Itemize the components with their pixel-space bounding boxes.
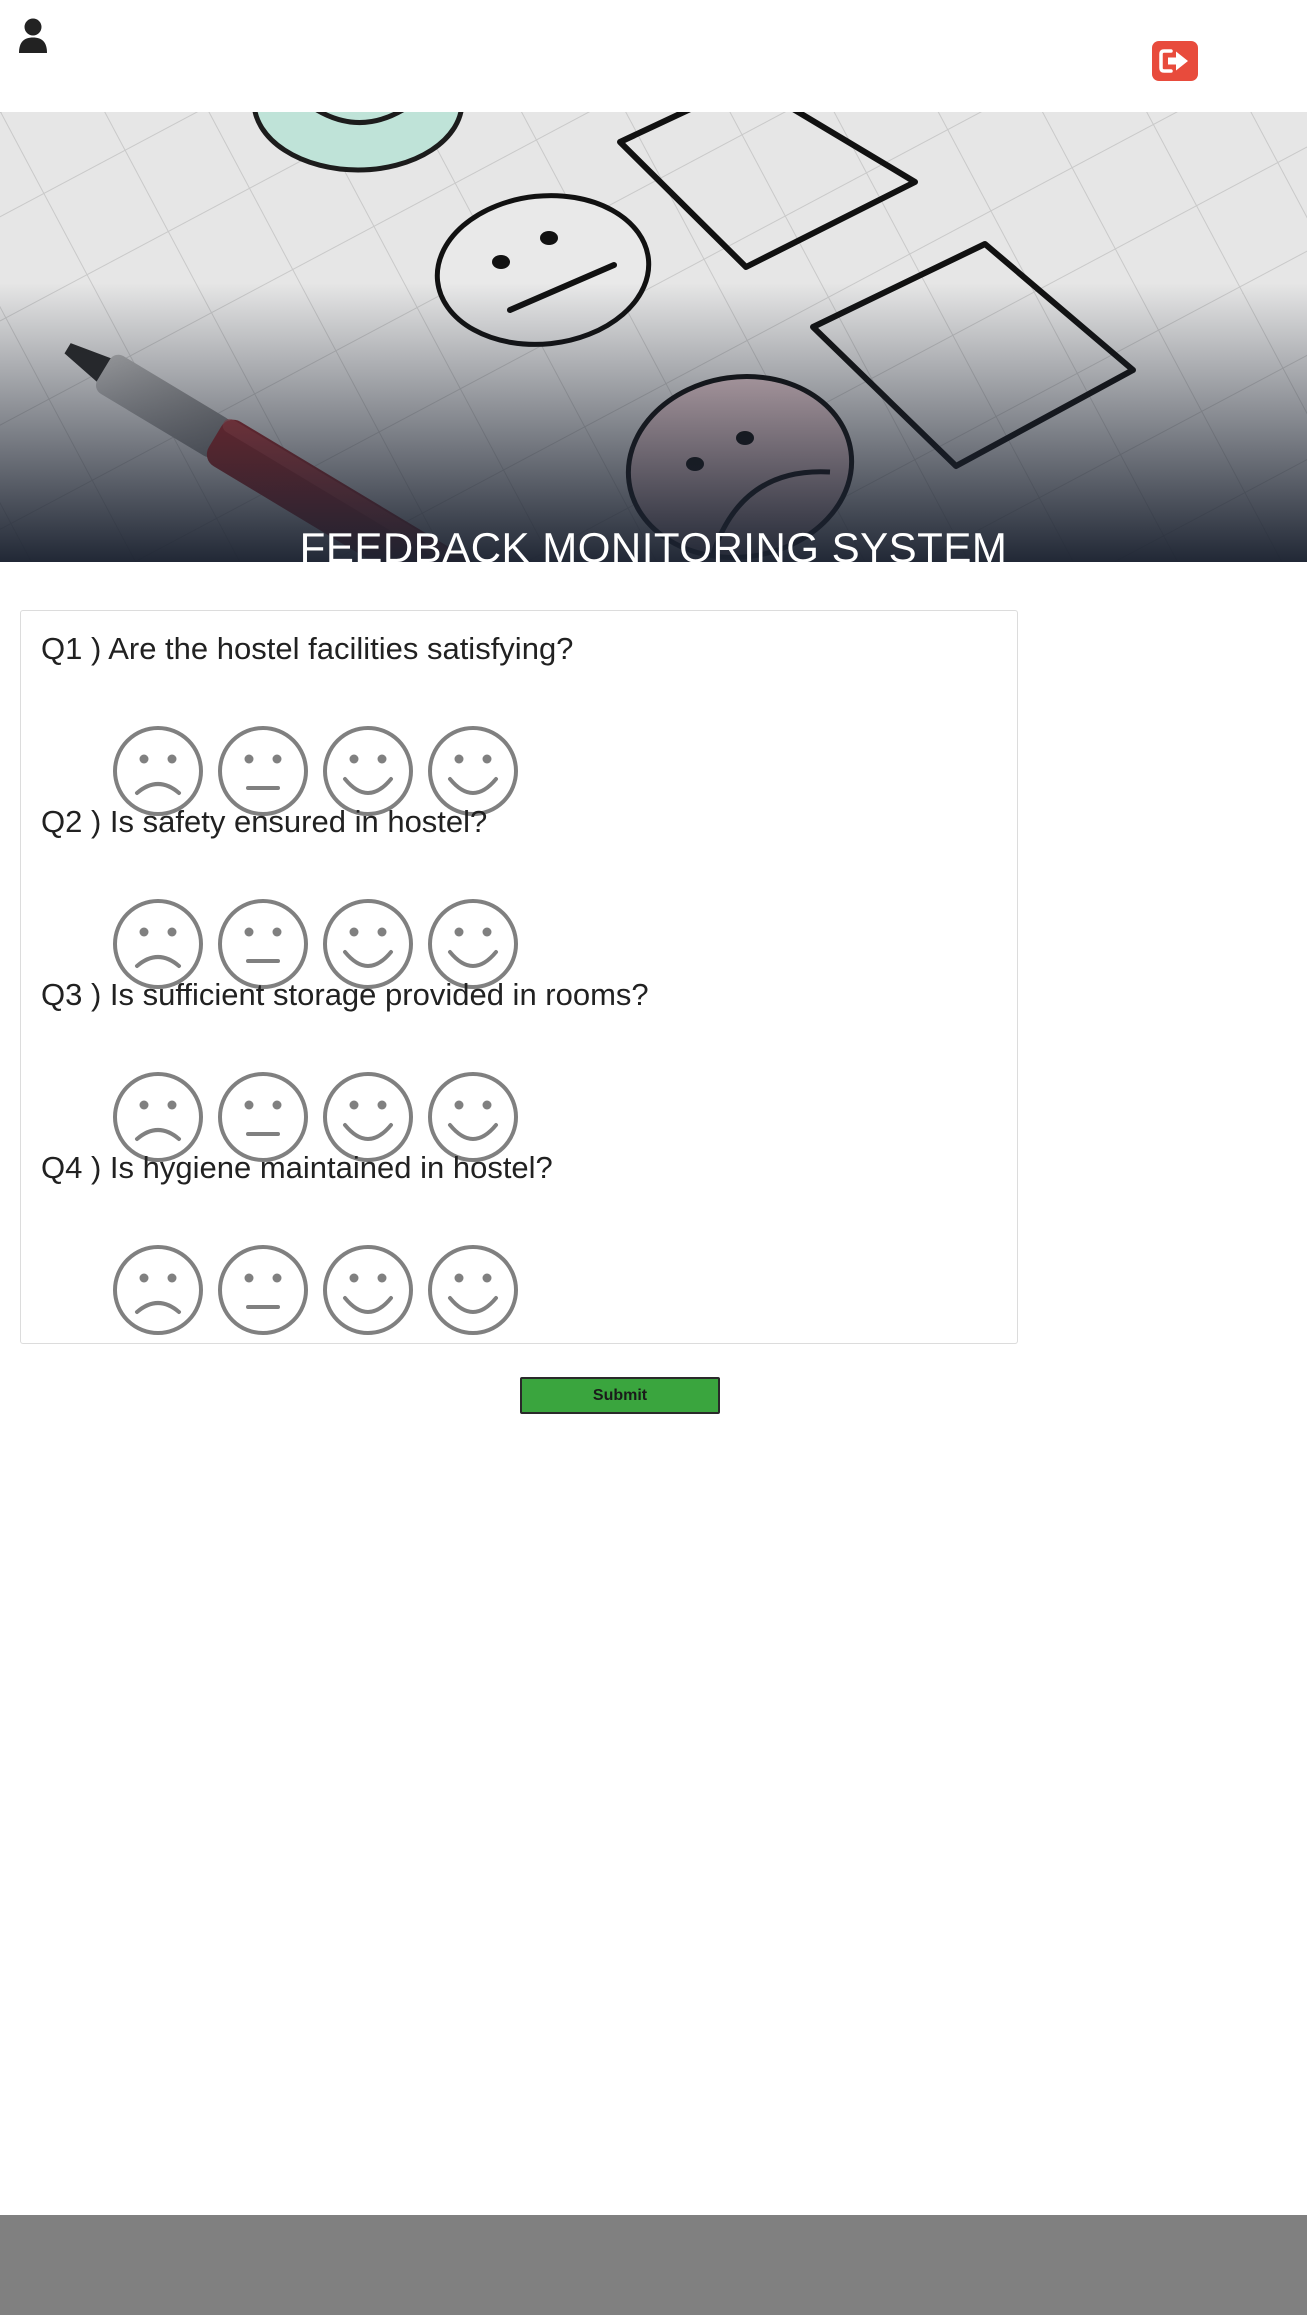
top-bar [0, 0, 1307, 112]
hero-feedback-image [0, 112, 1307, 562]
question-label: Q2 ) Is safety ensured in hostel? [41, 804, 488, 839]
feedback-form: Q1 ) Are the hostel facilities satisfyin… [20, 610, 1018, 1344]
happy-face-icon[interactable] [427, 1244, 519, 1336]
neutral-face-icon[interactable] [217, 1244, 309, 1336]
sad-face-icon[interactable] [112, 1244, 204, 1336]
user-icon[interactable] [18, 18, 48, 54]
footer [0, 2215, 1307, 2315]
question-label: Q3 ) Is sufficient storage provided in r… [41, 977, 649, 1012]
hero-title: FEEDBACK MONITORING SYSTEM [299, 524, 1008, 562]
logout-icon [1159, 49, 1188, 73]
rating-group [112, 1244, 519, 1336]
hero-banner: FEEDBACK MONITORING SYSTEM [0, 112, 1307, 562]
logout-button[interactable] [1152, 41, 1198, 81]
question-label: Q4 ) Is hygiene maintained in hostel? [41, 1150, 553, 1185]
smile-face-icon[interactable] [322, 1244, 414, 1336]
submit-button[interactable]: Submit [520, 1377, 720, 1414]
question-label: Q1 ) Are the hostel facilities satisfyin… [41, 631, 574, 666]
